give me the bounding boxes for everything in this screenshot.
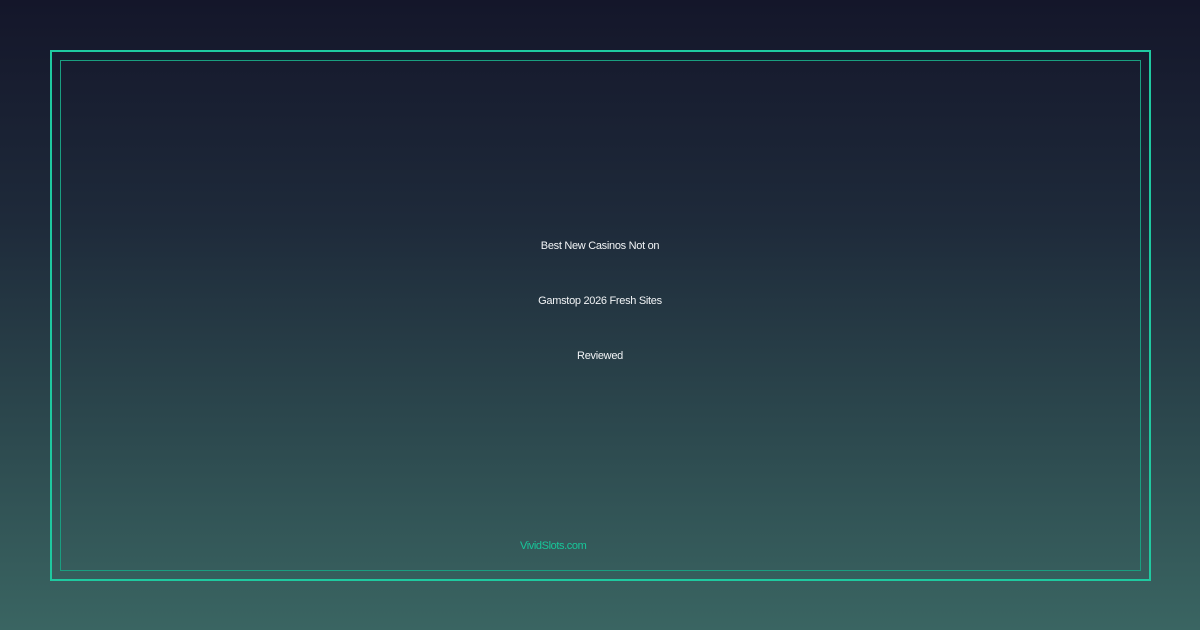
title-line-3: Reviewed [577, 350, 623, 362]
site-name: VividSlots.com [520, 540, 587, 552]
title-line-1: Best New Casinos Not on [540, 240, 660, 252]
title-line-2: Gamstop 2026 Fresh Sites [538, 295, 662, 307]
inner-border-frame [60, 60, 1141, 571]
